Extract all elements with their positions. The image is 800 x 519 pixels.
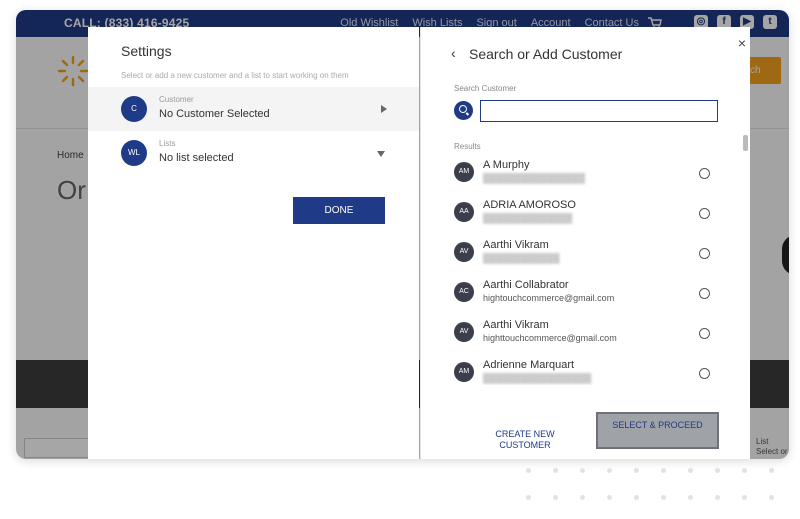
back-chevron-icon[interactable]: ‹ — [451, 45, 456, 61]
settings-panel: Settings Select or add a new customer an… — [88, 27, 419, 459]
avatar: AV — [454, 242, 474, 262]
list-item[interactable]: AA ADRIA AMOROSO ██████████████ — [421, 195, 741, 235]
decorative-dots — [520, 462, 790, 512]
result-email-blurred: ██████████████ — [483, 213, 573, 223]
dot — [607, 468, 612, 473]
result-email-blurred: ████████████████ — [483, 173, 586, 183]
results-label: Results — [454, 142, 481, 151]
result-email-blurred: ████████████ — [483, 253, 560, 263]
chevron-down-icon — [377, 151, 385, 157]
select-radio[interactable] — [699, 368, 710, 379]
customer-row[interactable]: C Customer No Customer Selected — [88, 87, 419, 131]
result-name: Aarthi Vikram — [483, 319, 549, 331]
browser-frame: CALL: (833) 416-9425 Old Wishlist Wish L… — [16, 10, 789, 459]
list-item[interactable]: AM Adrienne Marquart █████████████████ — [421, 355, 741, 385]
select-radio[interactable] — [699, 208, 710, 219]
lists-caption: Lists — [159, 139, 176, 148]
lists-row[interactable]: WL Lists No list selected — [88, 131, 419, 175]
list-item[interactable]: AM A Murphy ████████████████ — [421, 155, 741, 195]
select-radio[interactable] — [699, 328, 710, 339]
select-proceed-button[interactable]: SELECT & PROCEED — [596, 412, 719, 449]
dot — [769, 495, 774, 500]
search-icon[interactable] — [454, 101, 473, 120]
dot — [553, 468, 558, 473]
result-name: Adrienne Marquart — [483, 359, 575, 371]
dot — [526, 468, 531, 473]
search-label: Search Customer — [454, 84, 517, 93]
avatar: AM — [454, 162, 474, 182]
search-customer-panel: × ‹ Search or Add Customer Search Custom… — [420, 27, 750, 459]
settings-subtitle: Select or add a new customer and a list … — [121, 71, 349, 80]
result-email: hightouchcommerce@gmail.com — [483, 293, 615, 303]
dot — [634, 495, 639, 500]
dot — [688, 468, 693, 473]
avatar: AA — [454, 202, 474, 222]
select-radio[interactable] — [699, 168, 710, 179]
search-panel-title: Search or Add Customer — [469, 46, 623, 62]
lists-value: No list selected — [159, 152, 234, 164]
settings-title: Settings — [121, 43, 172, 59]
dot — [742, 495, 747, 500]
result-email: highttouchcommerce@gmail.com — [483, 333, 617, 343]
lists-avatar: WL — [121, 140, 147, 166]
result-name: A Murphy — [483, 159, 530, 171]
dot — [715, 495, 720, 500]
avatar: AV — [454, 322, 474, 342]
dot — [580, 495, 585, 500]
done-button[interactable]: DONE — [293, 197, 385, 224]
result-email-blurred: █████████████████ — [483, 373, 592, 383]
dot — [769, 468, 774, 473]
dot — [580, 468, 585, 473]
result-name: ADRIA AMOROSO — [483, 199, 576, 211]
result-name: Aarthi Vikram — [483, 239, 549, 251]
list-item[interactable]: AC Aarthi Collabrator hightouchcommerce@… — [421, 275, 741, 315]
dot — [661, 468, 666, 473]
dot — [688, 495, 693, 500]
dot — [715, 468, 720, 473]
avatar: AM — [454, 362, 474, 382]
customer-avatar: C — [121, 96, 147, 122]
dot — [553, 495, 558, 500]
search-input[interactable] — [480, 100, 718, 122]
customer-caption: Customer — [159, 95, 194, 104]
dot — [634, 468, 639, 473]
dot — [742, 468, 747, 473]
list-item[interactable]: AV Aarthi Vikram highttouchcommerce@gmai… — [421, 315, 741, 355]
result-name: Aarthi Collabrator — [483, 279, 569, 291]
dot — [661, 495, 666, 500]
results-list: AM A Murphy ████████████████ AA ADRIA AM… — [421, 155, 741, 385]
avatar: AC — [454, 282, 474, 302]
dot — [607, 495, 612, 500]
select-radio[interactable] — [699, 288, 710, 299]
create-new-customer-button[interactable]: CREATE NEW CUSTOMER — [469, 417, 581, 453]
chevron-right-icon — [381, 105, 387, 113]
close-icon[interactable]: × — [738, 35, 746, 51]
results-scrollbar[interactable] — [743, 135, 748, 151]
list-item[interactable]: AV Aarthi Vikram ████████████ — [421, 235, 741, 275]
dot — [526, 495, 531, 500]
customer-value: No Customer Selected — [159, 108, 270, 120]
select-radio[interactable] — [699, 248, 710, 259]
